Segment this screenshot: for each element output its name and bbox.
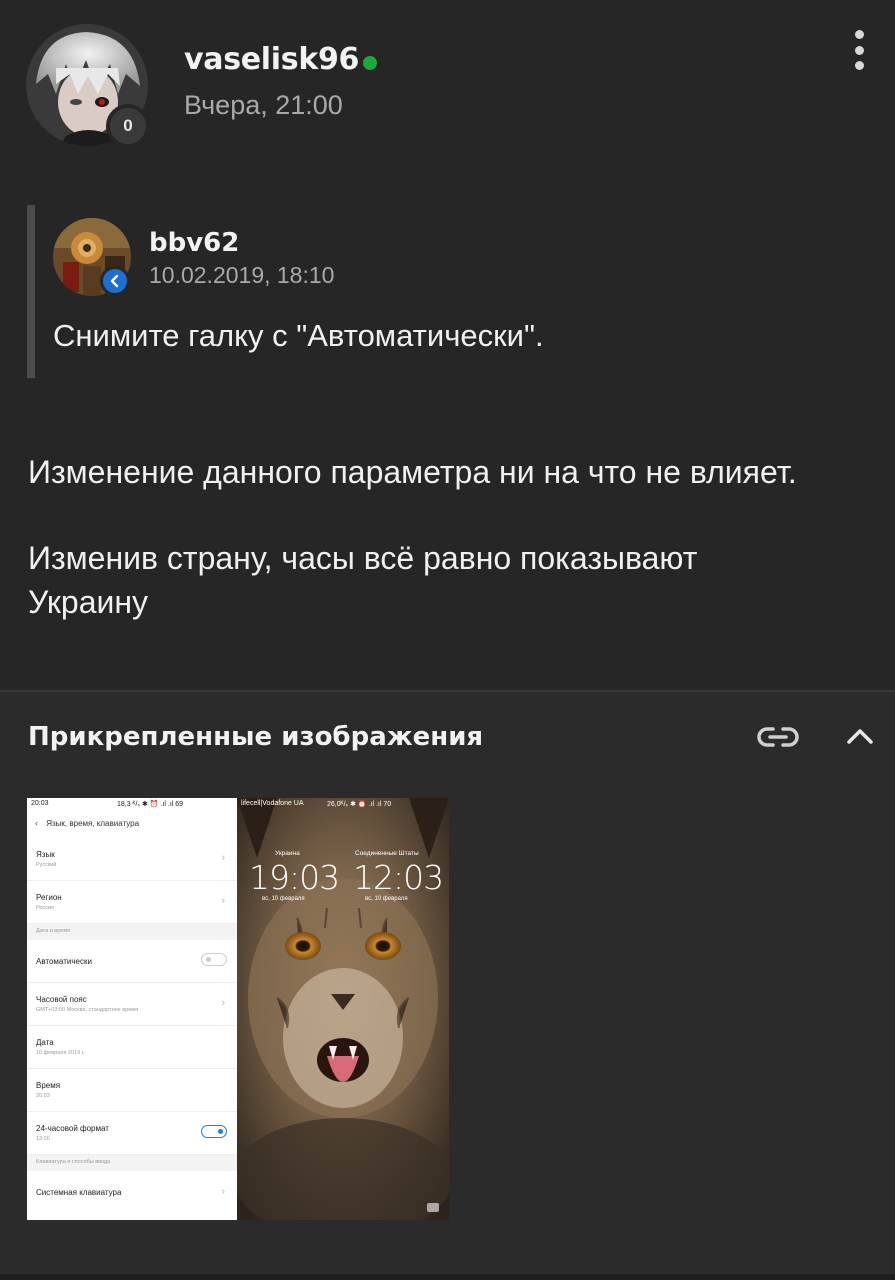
post-paragraph: Изменение данного параметра ни на что не… — [28, 454, 797, 490]
section-label: Клавиатура и способы ввода — [36, 1159, 111, 1165]
attached-image-thumbnail[interactable]: 20:03 18,3 ᴷ/ₛ ✱ ⏰ .ıl .ıl 69 ‹ Язык, вр… — [27, 798, 449, 1220]
row-label: Время — [36, 1081, 61, 1090]
list-item: Регион Россия › — [27, 881, 237, 924]
settings-header-title: Язык, время, клавиатура — [46, 819, 140, 828]
toggle-off-icon — [201, 953, 227, 966]
clock-label: Соединенные Штаты — [355, 850, 419, 857]
settings-screenshot: 20:03 18,3 ᴷ/ₛ ✱ ⏰ .ıl .ıl 69 ‹ Язык, вр… — [27, 798, 237, 1220]
clock-date: вс, 10 февраля — [365, 896, 408, 902]
row-label: Регион — [36, 893, 62, 902]
row-sub: 13:00 — [36, 1136, 50, 1142]
status-time: 20:03 — [31, 800, 49, 807]
chevron-right-icon: › — [221, 852, 225, 864]
clock-time: 12:03 — [353, 858, 444, 897]
clock-label: Украина — [275, 850, 300, 857]
more-options-icon[interactable] — [846, 30, 872, 70]
row-label: Часовой пояс — [36, 995, 87, 1004]
author-avatar[interactable]: 0 — [26, 24, 150, 148]
section-header: Клавиатура и способы ввода — [27, 1155, 237, 1171]
row-label: Системная клавиатура — [36, 1188, 122, 1197]
row-sub: Россия — [36, 905, 55, 911]
go-to-quote-icon[interactable] — [100, 266, 130, 296]
quote-text: Снимите галку с "Автоматически". — [53, 318, 544, 353]
post-paragraph: Украину — [28, 584, 149, 620]
lockscreen-screenshot: lifecell|Vodafone UA 26,0ᴷ/ₛ ✱ ⏰ .ıl .ıl… — [237, 798, 449, 1220]
chevron-right-icon: › — [221, 997, 225, 1009]
row-sub: GMT+03:00 Москва, стандартное время — [36, 1007, 139, 1013]
clock-date: вс, 10 февраля — [262, 896, 305, 902]
status-icons: 18,3 ᴷ/ₛ ✱ ⏰ .ıl .ıl 69 — [117, 801, 184, 808]
list-item: Дата 10 февраля 2019 г. — [27, 1026, 237, 1069]
author-username[interactable]: vaselisk96 — [184, 42, 359, 77]
clock-time: 19:03 — [249, 858, 340, 897]
list-item: Часовой пояс GMT+03:00 Москва, стандартн… — [27, 983, 237, 1026]
row-sub: 20:03 — [36, 1093, 50, 1099]
row-label: Дата — [36, 1038, 54, 1047]
attachments-section: Прикрепленные изображения 20:03 18,3 ᴷ/ₛ… — [0, 690, 895, 1280]
quote-date: 10.02.2019, 18:10 — [149, 262, 335, 288]
post-date: Вчера, 21:00 — [184, 90, 343, 120]
list-item: Автоматически — [27, 940, 237, 983]
quote-author[interactable]: bbv62 — [149, 228, 239, 258]
row-label: Язык — [36, 850, 55, 859]
post: 0 vaselisk96 Вчера, 21:00 bbv62 10.02.20… — [0, 0, 895, 690]
post-paragraph: Изменив страну, часы всё равно показываю… — [28, 540, 698, 576]
list-item: Язык Русский › — [27, 838, 237, 881]
reputation-badge: 0 — [106, 104, 150, 148]
list-item: Системная клавиатура › — [27, 1171, 237, 1214]
link-icon[interactable] — [755, 722, 801, 752]
section-label: Дата и время — [36, 928, 71, 934]
chevron-up-icon[interactable] — [845, 724, 875, 748]
status-icons: 26,0ᴷ/ₛ ✱ ⏰ .ıl .ıl 70 — [327, 801, 392, 808]
row-sub: 10 февраля 2019 г. — [36, 1050, 85, 1056]
status-carrier: lifecell|Vodafone UA — [241, 800, 304, 807]
row-label: Автоматически — [36, 957, 92, 966]
quote-author-avatar[interactable] — [53, 218, 131, 296]
divider — [0, 1274, 895, 1280]
toggle-on-icon — [201, 1125, 227, 1138]
chevron-right-icon: › — [221, 895, 225, 907]
camera-icon — [427, 1203, 439, 1212]
attachments-title: Прикрепленные изображения — [28, 722, 484, 752]
row-label: 24-часовой формат — [36, 1124, 109, 1133]
online-indicator-icon — [363, 56, 377, 70]
back-icon: ‹ — [35, 818, 38, 828]
chevron-right-icon: › — [221, 1186, 225, 1198]
list-item: 24-часовой формат 13:00 — [27, 1112, 237, 1155]
settings-header: ‹ Язык, время, клавиатура — [35, 818, 139, 828]
row-sub: Русский — [36, 862, 57, 868]
section-header: Дата и время — [27, 924, 237, 940]
list-item: Время 20:03 — [27, 1069, 237, 1112]
quote-bar — [27, 205, 35, 378]
